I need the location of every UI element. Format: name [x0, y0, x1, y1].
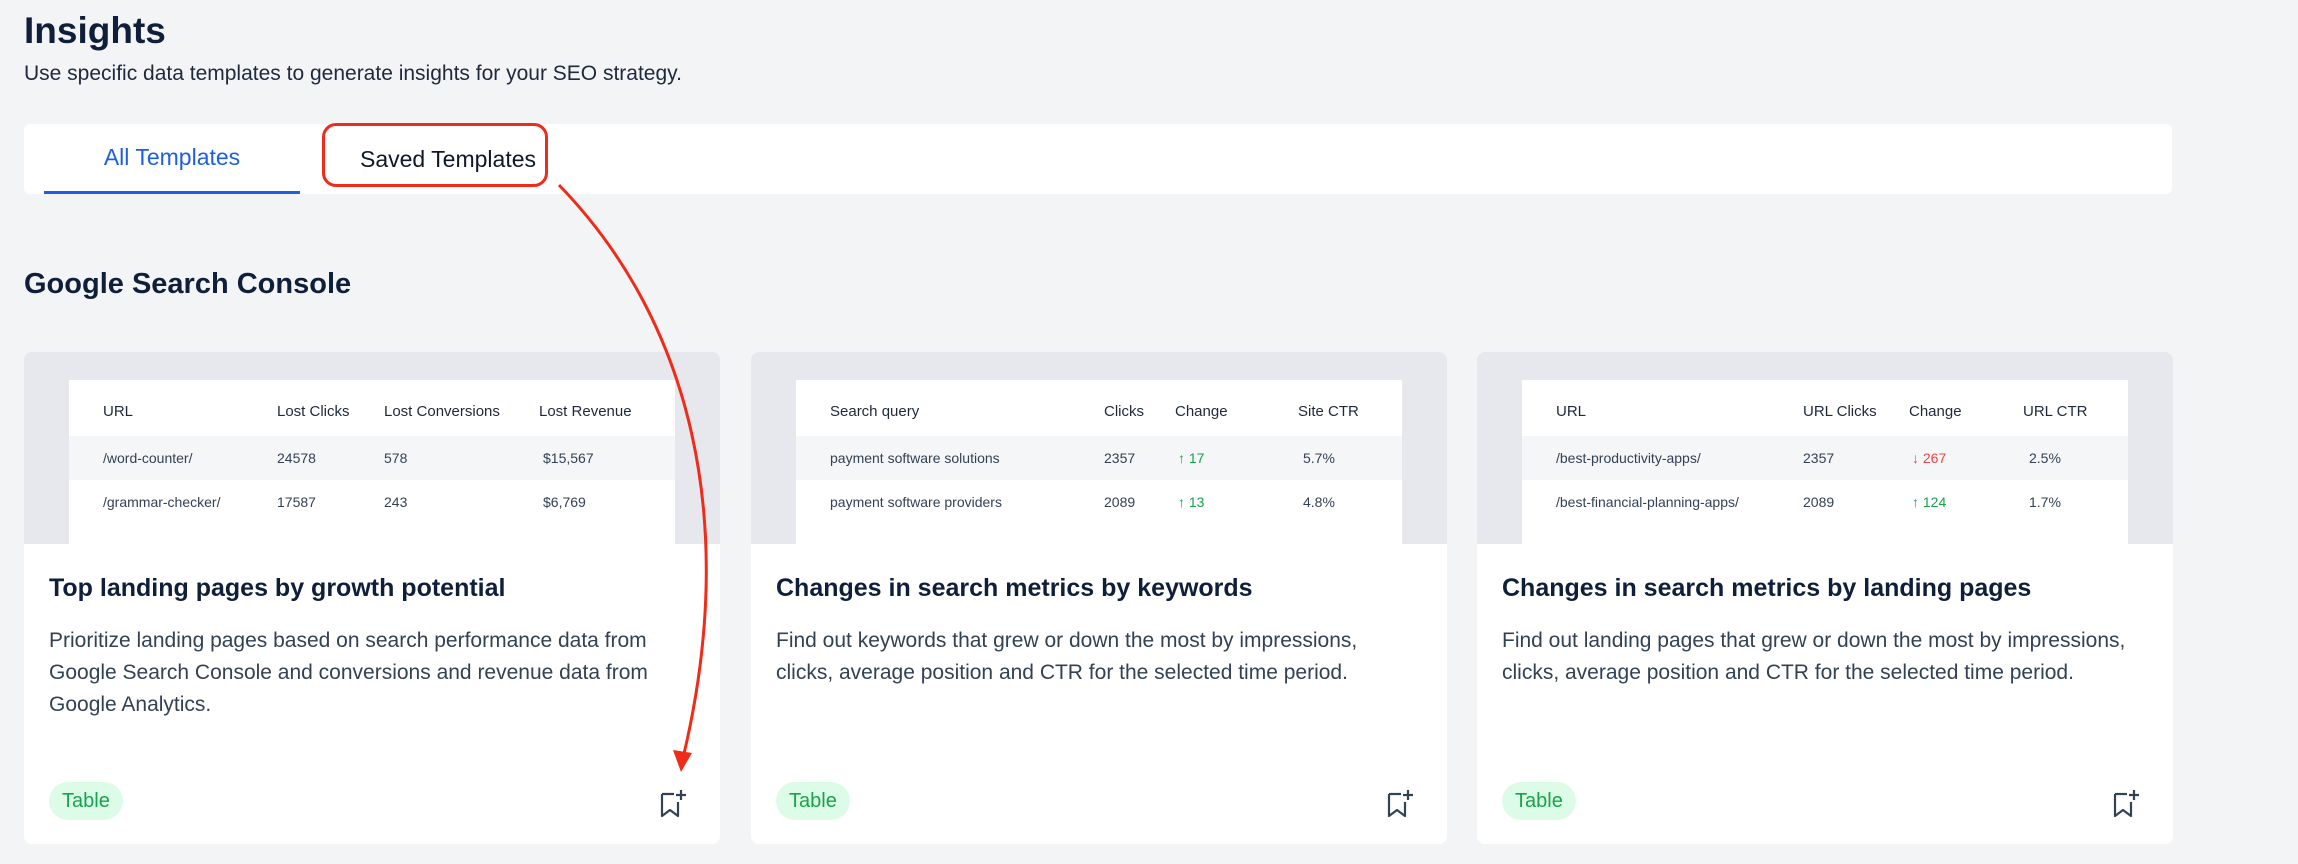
preview-row: /word-counter/ 24578 578 $15,567 — [69, 436, 675, 480]
preview-cell: 2357 — [1104, 450, 1136, 466]
preview-row: payment software providers 2089 ↑ 13 4.8… — [796, 480, 1402, 524]
card-title: Changes in search metrics by keywords — [776, 574, 1253, 602]
template-tabs: All Templates Saved Templates — [24, 124, 2172, 194]
type-badge: Table — [1502, 782, 1576, 820]
preview-cell: payment software providers — [830, 494, 1002, 510]
preview-header-row: URL Lost Clicks Lost Conversions Lost Re… — [69, 390, 675, 434]
type-badge: Table — [49, 782, 123, 820]
preview-cell-change: ↑ 13 — [1178, 494, 1205, 510]
template-card-growth-potential[interactable]: URL Lost Clicks Lost Conversions Lost Re… — [24, 352, 720, 844]
preview-cell-change: ↑ 124 — [1912, 494, 1947, 510]
preview-row: /best-productivity-apps/ 2357 ↓ 267 2.5% — [1522, 436, 2128, 480]
preview-cell: $15,567 — [543, 450, 594, 466]
preview-cell-change: ↓ 267 — [1912, 450, 1947, 466]
card-preview: URL URL Clicks Change URL CTR /best-prod… — [1477, 352, 2173, 544]
preview-col-header: Site CTR — [1298, 403, 1359, 420]
preview-row: /best-financial-planning-apps/ 2089 ↑ 12… — [1522, 480, 2128, 524]
preview-cell: payment software solutions — [830, 450, 1000, 466]
preview-col-header: URL CTR — [2023, 403, 2088, 420]
preview-cell: 243 — [384, 494, 408, 510]
card-description: Find out keywords that grew or down the … — [776, 629, 1358, 684]
preview-cell: 2357 — [1803, 450, 1835, 466]
preview-col-header: Search query — [830, 403, 920, 420]
preview-cell: 2089 — [1803, 494, 1835, 510]
preview-cell: /word-counter/ — [103, 450, 193, 466]
preview-cell: 24578 — [277, 450, 316, 466]
preview-row: /grammar-checker/ 17587 243 $6,769 — [69, 480, 675, 524]
preview-cell: 5.7% — [1303, 450, 1335, 466]
preview-col-header: URL — [103, 403, 134, 420]
page-title: Insights — [24, 10, 166, 51]
template-card-keywords[interactable]: Search query Clicks Change Site CTR paym… — [751, 352, 1447, 844]
preview-table: URL URL Clicks Change URL CTR /best-prod… — [1522, 380, 2128, 544]
preview-cell: 1.7% — [2029, 494, 2061, 510]
preview-cell: 2.5% — [2029, 450, 2061, 466]
bookmark-add-icon[interactable] — [1385, 788, 1415, 820]
tab-saved-templates[interactable]: Saved Templates — [324, 124, 572, 194]
preview-cell-change: ↑ 17 — [1178, 450, 1205, 466]
preview-col-header: Lost Conversions — [384, 403, 500, 420]
preview-cell: 578 — [384, 450, 408, 466]
card-title: Changes in search metrics by landing pag… — [1502, 574, 2032, 602]
preview-table: URL Lost Clicks Lost Conversions Lost Re… — [69, 380, 675, 544]
preview-header-row: URL URL Clicks Change URL CTR — [1522, 390, 2128, 434]
bookmark-add-icon[interactable] — [658, 788, 688, 820]
preview-cell: /best-productivity-apps/ — [1556, 450, 1701, 466]
card-title: Top landing pages by growth potential — [49, 574, 506, 602]
bookmark-add-icon[interactable] — [2111, 788, 2141, 820]
tab-all-templates[interactable]: All Templates — [44, 124, 300, 194]
preview-col-header: Lost Clicks — [277, 403, 350, 420]
card-preview: Search query Clicks Change Site CTR paym… — [751, 352, 1447, 544]
preview-col-header: Change — [1175, 403, 1228, 420]
preview-cell: 4.8% — [1303, 494, 1335, 510]
card-preview: URL Lost Clicks Lost Conversions Lost Re… — [24, 352, 720, 544]
template-card-landing-pages[interactable]: URL URL Clicks Change URL CTR /best-prod… — [1477, 352, 2173, 844]
preview-cell: $6,769 — [543, 494, 586, 510]
preview-cell: 17587 — [277, 494, 316, 510]
preview-cell: /best-financial-planning-apps/ — [1556, 494, 1739, 510]
preview-col-header: Lost Revenue — [539, 403, 632, 420]
section-title: Google Search Console — [24, 268, 352, 300]
preview-col-header: Change — [1909, 403, 1962, 420]
preview-col-header: URL — [1556, 403, 1587, 420]
type-badge: Table — [776, 782, 850, 820]
card-description: Prioritize landing pages based on search… — [49, 629, 648, 716]
preview-cell: 2089 — [1104, 494, 1136, 510]
preview-col-header: URL Clicks — [1803, 403, 1877, 420]
preview-row: payment software solutions 2357 ↑ 17 5.7… — [796, 436, 1402, 480]
preview-header-row: Search query Clicks Change Site CTR — [796, 390, 1402, 434]
card-description: Find out landing pages that grew or down… — [1502, 629, 2126, 684]
preview-table: Search query Clicks Change Site CTR paym… — [796, 380, 1402, 544]
page-subtitle: Use specific data templates to generate … — [24, 62, 682, 85]
preview-cell: /grammar-checker/ — [103, 494, 221, 510]
preview-col-header: Clicks — [1104, 403, 1144, 420]
